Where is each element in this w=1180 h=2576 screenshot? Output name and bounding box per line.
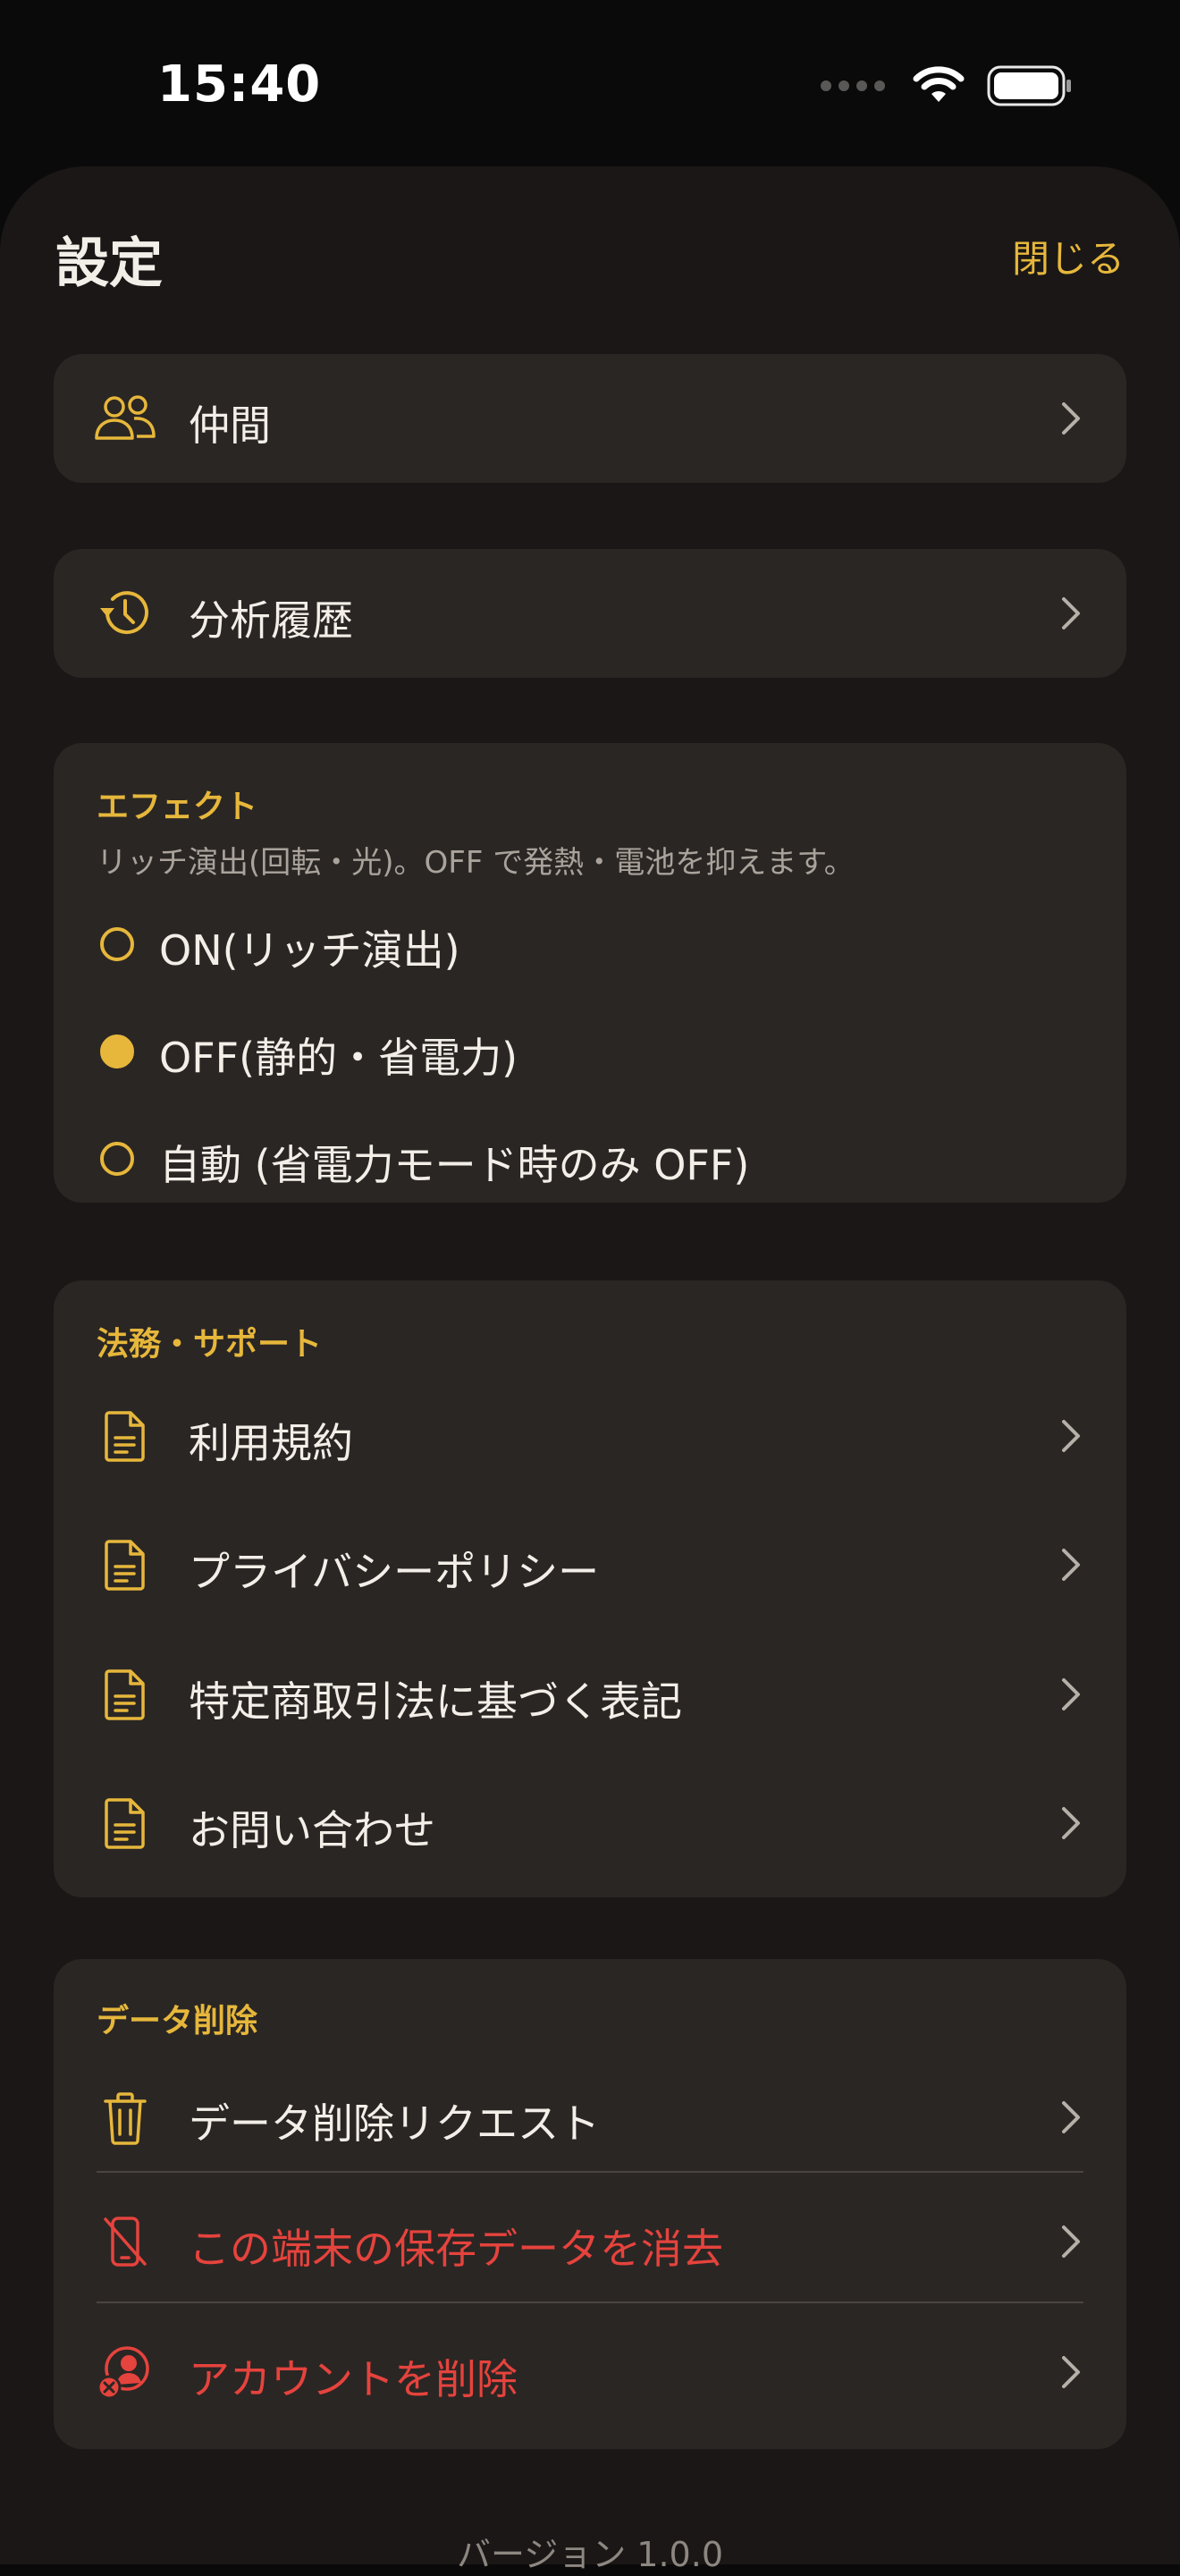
document-icon: [93, 1662, 157, 1727]
wifi-icon: [913, 66, 965, 102]
data-delete-request-row[interactable]: データ削除リクエスト: [54, 2057, 1126, 2177]
data-delete-request-label: データ削除リクエスト: [189, 2099, 600, 2148]
radio-button: [100, 927, 134, 961]
commercial-law-label: 特定商取引法に基づく表記: [189, 1677, 682, 1726]
chevron-right-icon: [1062, 1678, 1080, 1710]
radio-button: [100, 1142, 134, 1176]
chevron-right-icon: [1062, 2101, 1080, 2133]
status-bar: 15:40: [0, 0, 1180, 166]
document-icon: [93, 1533, 157, 1597]
status-icons: [821, 64, 1073, 107]
battery-icon: [987, 65, 1071, 106]
version-label: バージョン 1.0.0: [456, 2535, 723, 2574]
people-icon: [93, 386, 157, 451]
friends-card: 仲間: [54, 354, 1126, 483]
divider: [97, 2302, 1083, 2303]
friends-row[interactable]: 仲間: [54, 354, 1126, 483]
settings-sheet: 設定 閉じる 仲間 分析履歴 エフェクト リッチ演出(回転・光)。OFF で発熱…: [0, 166, 1180, 2564]
divider: [97, 2171, 1083, 2173]
effects-description: リッチ演出(回転・光)。OFF で発熱・電池を抑えます。: [97, 845, 855, 881]
close-button[interactable]: 閉じる: [1012, 229, 1125, 283]
document-icon: [93, 1404, 157, 1468]
contact-row[interactable]: お問い合わせ: [54, 1761, 1126, 1886]
commercial-law-row[interactable]: 特定商取引法に基づく表記: [54, 1632, 1126, 1757]
effect-option-label: OFF(静的・省電力): [159, 1034, 518, 1082]
effects-card: エフェクト リッチ演出(回転・光)。OFF で発熱・電池を抑えます。 ON(リッ…: [54, 743, 1126, 1203]
effect-option-auto[interactable]: 自動 (省電力モード時のみ OFF): [54, 1113, 1126, 1203]
friends-label: 仲間: [189, 401, 271, 450]
chevron-right-icon: [1062, 597, 1080, 629]
privacy-policy-label: プライバシーポリシー: [189, 1548, 600, 1596]
delete-account-label: アカウントを削除: [189, 2355, 518, 2403]
clear-device-data-row[interactable]: この端末の保存データを消去: [54, 2177, 1126, 2306]
effects-section-title: エフェクト: [97, 789, 258, 825]
history-label: 分析履歴: [189, 596, 353, 645]
delete-account-row[interactable]: アカウントを削除: [54, 2308, 1126, 2437]
effect-option-label: 自動 (省電力モード時のみ OFF): [159, 1141, 750, 1189]
contact-label: お問い合わせ: [189, 1806, 435, 1854]
data-delete-card: データ削除 データ削除リクエスト この端末の保存データを消去 アカウントを削除: [54, 1959, 1126, 2449]
terms-row[interactable]: 利用規約: [54, 1373, 1126, 1499]
clear-device-data-label: この端末の保存データを消去: [189, 2225, 723, 2273]
chevron-right-icon: [1062, 2225, 1080, 2258]
page-title: 設定: [55, 232, 163, 295]
legal-support-card: 法務・サポート 利用規約 プライバシーポリシー 特定商取引法に基づく表記 お問い…: [54, 1280, 1126, 1897]
legal-section-title: 法務・サポート: [97, 1326, 323, 1363]
effect-option-off[interactable]: OFF(静的・省電力): [54, 1006, 1126, 1095]
cellular-signal-icon: [821, 80, 885, 91]
privacy-policy-row[interactable]: プライバシーポリシー: [54, 1502, 1126, 1627]
chevron-right-icon: [1062, 1549, 1080, 1581]
document-icon: [93, 1791, 157, 1855]
chevron-right-icon: [1062, 2356, 1080, 2388]
history-row[interactable]: 分析履歴: [54, 549, 1126, 678]
terms-label: 利用規約: [189, 1419, 353, 1467]
history-icon: [93, 581, 157, 646]
data-delete-section-title: データ削除: [97, 2003, 258, 2040]
effect-option-on[interactable]: ON(リッチ演出): [54, 899, 1126, 988]
chevron-right-icon: [1062, 402, 1080, 435]
phone-slash-icon: [93, 2209, 157, 2274]
trash-icon: [93, 2086, 157, 2150]
chevron-right-icon: [1062, 1420, 1080, 1452]
history-card: 分析履歴: [54, 549, 1126, 678]
delete-account-icon: [93, 2340, 157, 2404]
radio-button-selected: [100, 1035, 134, 1068]
status-time: 15:40: [157, 55, 322, 114]
chevron-right-icon: [1062, 1807, 1080, 1839]
effect-option-label: ON(リッチ演出): [159, 926, 460, 975]
